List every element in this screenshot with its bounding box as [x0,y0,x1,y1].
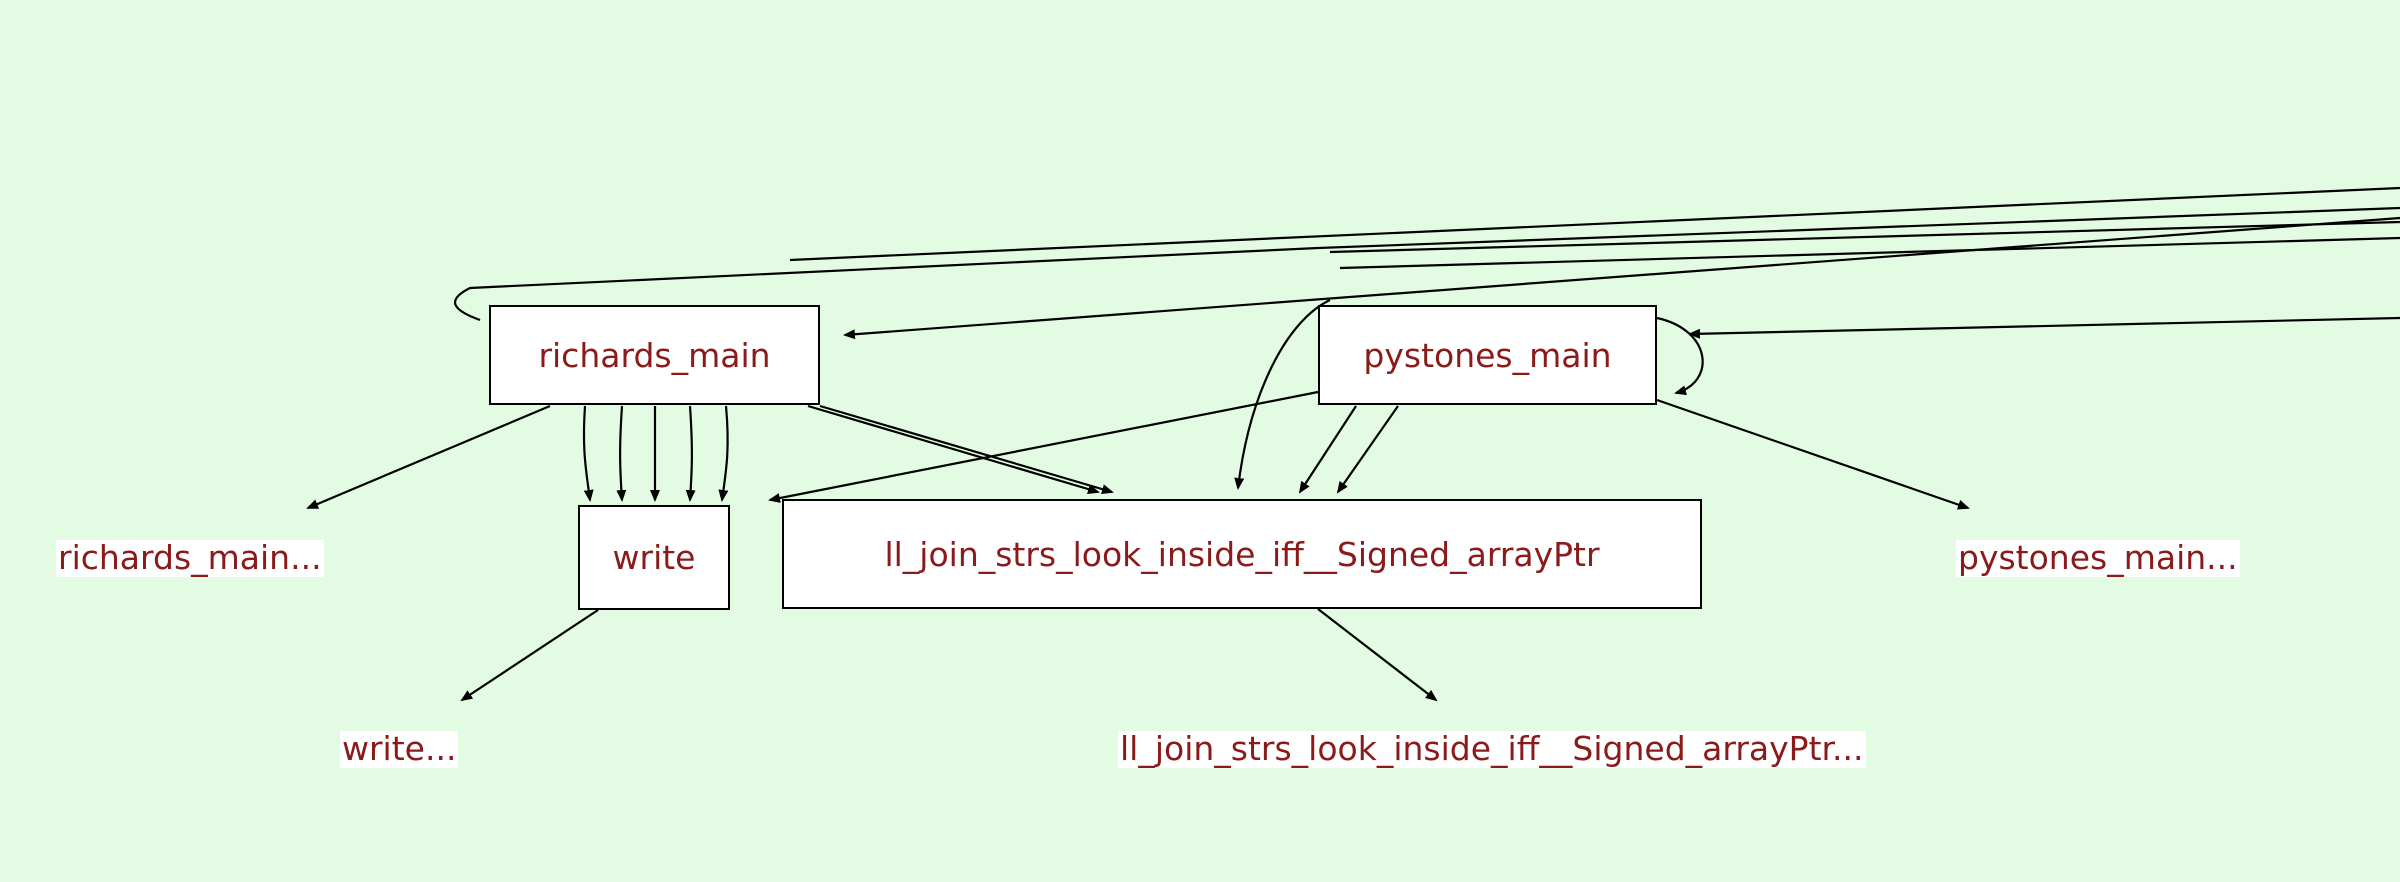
label-write-more[interactable]: write... [340,730,459,768]
edge-group-pystones-to-write [768,390,1319,503]
node-write-label: write [612,538,696,577]
label-pystones-main-more[interactable]: pystones_main... [1956,539,2240,577]
edge-group-richards-to-lljoin [807,404,1114,494]
label-ll-join-strs-more[interactable]: ll_join_strs_look_inside_iff__Signed_arr… [1118,730,1866,768]
label-richards-main-more[interactable]: richards_main... [56,539,324,577]
edge-group-lljoin-to-ext [1317,608,1438,702]
edge-group-incoming-pystones [1688,316,2400,339]
edge-group-write-to-ext [460,609,599,702]
node-write[interactable]: write [578,505,730,610]
edge-group-pystones-to-lljoin [1298,405,1399,494]
node-pystones-main[interactable]: pystones_main [1318,305,1657,405]
edge-group-offscreen-long-lines [789,186,2400,270]
edge-group-richards-to-ext [306,404,551,510]
edge-group-richards-to-pystones [453,206,2400,322]
edge-self-loop-pystones [1656,316,1704,396]
node-ll-join-strs[interactable]: ll_join_strs_look_inside_iff__Signed_arr… [782,499,1702,609]
node-richards-main-label: richards_main [538,335,771,375]
node-ll-join-strs-label: ll_join_strs_look_inside_iff__Signed_arr… [884,534,1600,574]
edge-group-richards-to-write [582,405,729,502]
edge-group-pystones-down-left [1234,299,1331,490]
call-graph-canvas: richards_main pystones_main write ll_joi… [0,0,2400,882]
edge-group-pystones-to-ext [1656,398,1970,510]
node-richards-main[interactable]: richards_main [489,305,820,405]
node-pystones-main-label: pystones_main [1363,335,1612,375]
